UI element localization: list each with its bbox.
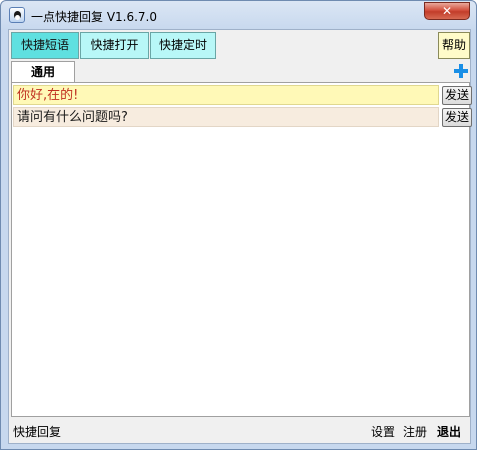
send-button-2[interactable]: 发送 [442,108,472,127]
window-title: 一点快捷回复 V1.6.7.0 [31,10,158,24]
phrase-row-1[interactable]: 你好,在的! [13,85,439,105]
app-window: 一点快捷回复 V1.6.7.0 ✕ 快捷短语 快捷打开 快捷定时 帮助 通用 你… [0,0,477,450]
title-bar[interactable]: 一点快捷回复 V1.6.7.0 ✕ [1,1,476,29]
settings-link[interactable]: 设置 [371,423,395,440]
phrase-row-2[interactable]: 请问有什么问题吗? [13,107,439,127]
phrase-list: 你好,在的! 发送 请问有什么问题吗? 发送 [11,82,472,417]
add-plus-icon[interactable] [453,63,469,79]
status-bar: 快捷回复 设置 注册 退出 [9,420,470,442]
app-logo-icon [9,7,25,23]
register-link[interactable]: 注册 [403,423,427,440]
tab-general[interactable]: 通用 [11,61,75,83]
tab-quick-timer[interactable]: 快捷定时 [150,32,216,59]
close-button[interactable]: ✕ [424,2,470,20]
status-label: 快捷回复 [13,425,62,439]
client-area: 快捷短语 快捷打开 快捷定时 帮助 通用 你好,在的! 发送 请问有什么问题吗?… [8,29,472,444]
send-button-1[interactable]: 发送 [442,86,472,105]
close-icon: ✕ [441,4,453,18]
tab-quick-phrases[interactable]: 快捷短语 [11,32,79,59]
help-button[interactable]: 帮助 [438,32,470,59]
exit-link[interactable]: 退出 [437,423,461,440]
tab-quick-open[interactable]: 快捷打开 [80,32,149,59]
